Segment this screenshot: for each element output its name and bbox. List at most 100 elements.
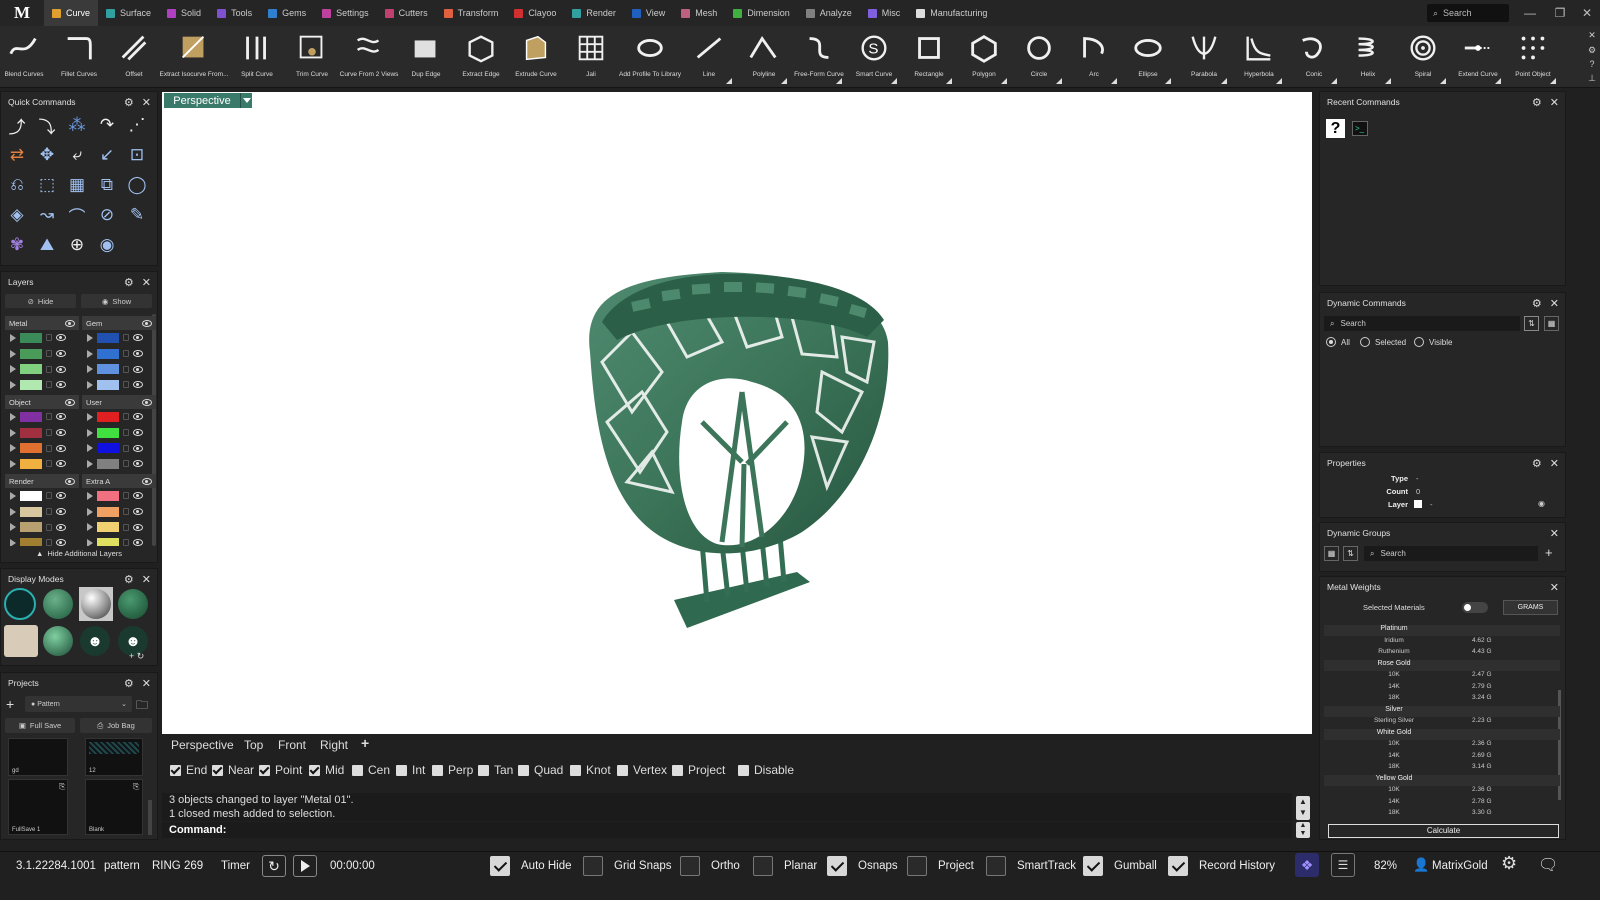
rendered-mode-icon[interactable] [79,587,113,621]
expand-icon[interactable] [10,538,16,546]
blend-curves-button[interactable]: Blend Curves [0,26,52,88]
calendar-icon[interactable]: ▦ [1544,316,1559,331]
checkbox-icon[interactable] [518,764,529,776]
toggle-grid-snaps-checkbox[interactable] [583,856,603,876]
gem-command-icon[interactable]: ◈ [5,203,29,227]
helix-button[interactable]: Helix [1340,26,1396,88]
eye-icon[interactable] [133,381,143,389]
perspective-viewport[interactable] [162,92,1312,734]
help-icon[interactable]: ? [1589,59,1594,69]
expand-icon[interactable] [87,380,93,389]
layer-row[interactable] [5,488,79,504]
ring-command-icon[interactable]: ◯ [125,173,149,197]
snap-tan[interactable]: Tan [478,763,513,777]
grid-command-icon[interactable]: ▦ [65,173,89,197]
mirror-command-icon[interactable]: ⋰ [125,113,149,137]
lock-icon[interactable] [123,492,129,500]
layer-row[interactable] [82,456,156,472]
lock-icon[interactable] [46,508,52,516]
ghosted-mode-icon[interactable] [118,589,148,619]
hyperbola-button[interactable]: Hyperbola [1231,26,1287,88]
layer-row[interactable] [5,377,79,393]
hide-layers-button[interactable]: ⊘ Hide [5,294,76,308]
filter-visible[interactable]: Visible [1414,337,1452,347]
layer-row[interactable] [82,519,156,535]
expand-icon[interactable] [10,412,16,421]
snap-end[interactable]: End [170,763,207,777]
play-timer-button[interactable] [293,855,317,877]
point-object-button[interactable]: Point Object [1505,26,1561,88]
extend-curve-button[interactable]: Extend Curve [1450,26,1506,88]
flyout-corner-icon[interactable] [726,78,732,84]
layer-row[interactable] [82,330,156,346]
snap-cen[interactable]: Cen [352,763,390,777]
circle-button[interactable]: Circle [1011,26,1067,88]
projects-scrollbar[interactable] [148,800,152,835]
layer-color-swatch[interactable] [20,506,42,517]
snap-near[interactable]: Near [212,763,254,777]
menu-tab[interactable]: Cutters [377,0,436,26]
eye-icon[interactable] [56,334,66,342]
toggle-planar-checkbox[interactable] [753,856,773,876]
layer-row[interactable] [5,504,79,520]
layer-row[interactable] [5,519,79,535]
layer-row[interactable] [5,361,79,377]
group-command-icon[interactable]: ⧉ [95,173,119,197]
expand-icon[interactable] [87,491,93,500]
layer-group-header[interactable]: Metal [5,316,79,330]
flyout-corner-icon[interactable] [1165,78,1171,84]
shaded-mode-icon[interactable] [43,589,73,619]
project-thumb[interactable]: 12 [85,738,143,776]
lock-icon[interactable] [46,523,52,531]
close-icon[interactable]: ✕ [142,677,151,690]
close-window-button[interactable]: ✕ [1572,0,1600,26]
ellipse-button[interactable]: Ellipse [1120,26,1176,88]
toggle-gumball-checkbox[interactable] [1083,856,1103,876]
lock-icon[interactable] [123,365,129,373]
gear-icon[interactable]: ⚙ [124,573,134,586]
matrix-icon[interactable]: ❖ [1295,853,1319,877]
layer-color-swatch[interactable] [20,364,42,375]
folder-icon[interactable]: 🗀 [136,696,152,712]
extract-edge-button[interactable]: Extract Edge [453,26,509,88]
expand-icon[interactable] [10,523,16,532]
flip-command-icon[interactable]: ⤵ [35,113,59,137]
lock-icon[interactable] [46,460,52,468]
project-thumb[interactable]: ⎘ FullSave 1 [8,779,68,835]
sphere-command-icon[interactable]: ◉ [95,233,119,257]
checkbox-icon[interactable] [170,764,181,776]
layer-row[interactable] [82,425,156,441]
layer-row[interactable] [5,425,79,441]
expand-icon[interactable] [10,459,16,468]
flyout-corner-icon[interactable] [1221,78,1227,84]
flyout-corner-icon[interactable] [1495,78,1501,84]
help-command-icon[interactable]: ? [1326,119,1345,138]
eye-icon[interactable] [65,319,75,327]
dynamic-commands-search[interactable]: ⌕ Search [1324,316,1520,331]
layer-color-swatch[interactable] [97,379,119,390]
sort-icon[interactable]: ⇅ [1524,316,1539,331]
command-scroll-buttons[interactable]: ▲ ▼ [1296,822,1310,838]
arc-button[interactable]: Arc [1066,26,1122,88]
array-command-icon[interactable]: ⁂ [65,113,89,137]
radio-icon[interactable] [1414,337,1424,347]
snap-knot[interactable]: Knot [570,763,611,777]
expand-icon[interactable] [87,444,93,453]
arc-command-icon[interactable]: ↷ [95,113,119,137]
project-thumb[interactable]: ⎘ Blank [85,779,143,835]
lock-icon[interactable] [123,508,129,516]
snap-point[interactable]: Point [259,763,302,777]
gear-icon[interactable]: ⚙ [124,276,134,289]
dynamic-groups-search[interactable]: ⌕ Search [1364,546,1538,561]
layer-color-swatch[interactable] [20,332,42,343]
menu-tab[interactable]: Misc [860,0,909,26]
layer-row[interactable] [82,488,156,504]
snap-project[interactable]: Project [672,763,725,777]
chat-icon[interactable]: 🗨 [1538,855,1558,875]
dup-edge-button[interactable]: Dup Edge [398,26,454,88]
eye-icon[interactable] [133,444,143,452]
expand-icon[interactable] [87,349,93,358]
layer-row[interactable] [5,346,79,362]
menu-tab[interactable]: Transform [436,0,507,26]
layer-color-swatch[interactable] [97,348,119,359]
